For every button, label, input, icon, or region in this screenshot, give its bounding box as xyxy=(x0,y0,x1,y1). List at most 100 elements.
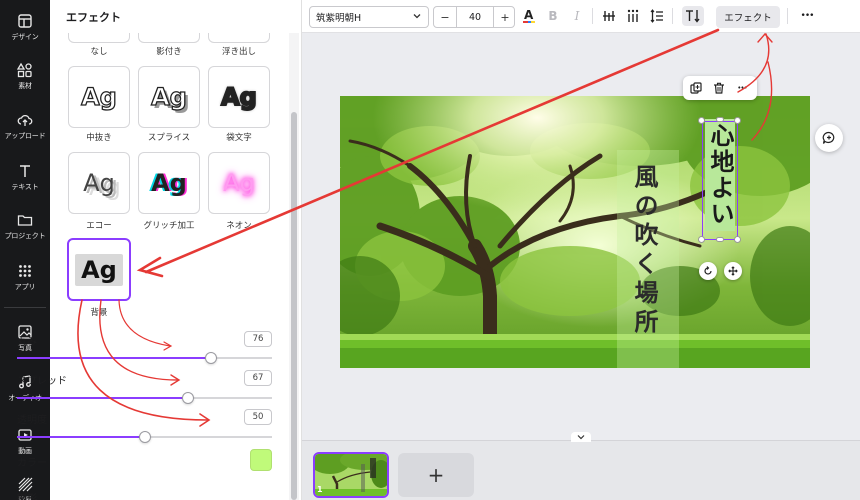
rail-item-elements[interactable]: 素材 xyxy=(0,58,50,104)
resize-handle[interactable] xyxy=(716,237,724,242)
page-number: 1 xyxy=(317,485,323,494)
effect-sample: Ag xyxy=(151,169,187,197)
resize-handle[interactable] xyxy=(734,117,741,124)
svg-text:A: A xyxy=(524,8,534,22)
rail-item-design[interactable]: デザイン xyxy=(0,9,50,55)
duplicate-button[interactable] xyxy=(688,80,704,96)
effects-button[interactable]: エフェクト xyxy=(716,6,780,28)
delete-button[interactable] xyxy=(711,80,727,96)
canvas-right-edge xyxy=(851,33,860,440)
more-options-button[interactable]: ••• xyxy=(734,80,750,96)
arrow-head xyxy=(757,32,773,43)
text-color-icon: A xyxy=(523,8,535,23)
add-comment-button[interactable] xyxy=(815,124,843,152)
apps-grid-icon xyxy=(19,265,31,277)
design-canvas[interactable] xyxy=(340,96,810,368)
rotate-button[interactable] xyxy=(699,262,717,280)
effect-tile-shadow[interactable] xyxy=(138,33,200,43)
effect-tile-neon[interactable]: Ag xyxy=(208,152,270,214)
vertical-list-icon xyxy=(627,9,639,22)
selection-box xyxy=(702,121,738,240)
chevron-down-icon xyxy=(413,14,421,19)
effect-label: エコー xyxy=(86,221,112,231)
effect-tile-glitch[interactable]: Ag xyxy=(138,152,200,214)
font-size-input[interactable]: 40 xyxy=(456,7,494,27)
slider-roundness[interactable] xyxy=(17,352,272,364)
spacing-button[interactable] xyxy=(648,7,666,25)
italic-button[interactable]: I xyxy=(568,7,586,25)
toolbar-divider xyxy=(592,8,593,24)
effect-tile-hollow[interactable]: Ag xyxy=(68,66,130,128)
increase-size-button[interactable]: + xyxy=(494,7,516,27)
shapes-icon xyxy=(17,62,32,78)
slider-value-roundness[interactable]: 76 xyxy=(244,331,272,347)
slider-knob[interactable] xyxy=(139,431,151,443)
effect-tile-none[interactable] xyxy=(68,33,130,43)
effect-tile-background[interactable]: Ag xyxy=(67,238,131,301)
collapse-pages-button[interactable] xyxy=(571,432,591,442)
effect-tile-outline[interactable]: Ag xyxy=(208,66,270,128)
slider-knob[interactable] xyxy=(182,392,194,404)
duplicate-icon xyxy=(690,82,702,94)
effect-label: 袋文字 xyxy=(226,133,252,143)
rail-item-projects[interactable]: プロジェクト xyxy=(0,208,50,254)
slider-fill xyxy=(17,436,145,438)
slider-value-spread[interactable]: 67 xyxy=(244,370,272,386)
color-swatch[interactable] xyxy=(250,449,272,471)
rail-label: アプリ xyxy=(14,283,36,291)
slider-fill xyxy=(17,397,188,399)
effect-tile-echo[interactable]: Ag xyxy=(68,152,130,214)
slider-knob[interactable] xyxy=(205,352,217,364)
rotate-icon xyxy=(704,266,712,275)
top-toolbar: 筑紫明朝H − 40 + A B I エフェクト ••• xyxy=(302,0,860,33)
effect-tile-lift[interactable] xyxy=(208,33,270,43)
color-label: カラー xyxy=(17,458,47,469)
font-select[interactable]: 筑紫明朝H xyxy=(309,6,429,28)
video-icon xyxy=(18,429,32,441)
resize-handle[interactable] xyxy=(734,236,741,243)
text-color-button[interactable]: A xyxy=(520,7,538,25)
rail-divider xyxy=(4,307,46,308)
rail-item-apps[interactable]: アプリ xyxy=(0,259,50,305)
rail-item-upload[interactable]: アップロード xyxy=(0,108,50,154)
spacing-icon xyxy=(650,9,663,23)
more-options-button[interactable]: ••• xyxy=(796,7,818,25)
folder-icon xyxy=(17,215,33,226)
add-page-button[interactable]: + xyxy=(398,453,474,497)
slider-fill xyxy=(17,357,211,359)
layout-icon xyxy=(18,14,32,28)
comment-add-icon xyxy=(822,131,835,144)
effect-sample: Ag xyxy=(75,253,123,286)
rail-label: 素材 xyxy=(18,82,32,90)
panel-title: エフェクト xyxy=(66,11,121,24)
effect-label: ネオン xyxy=(226,221,252,231)
effect-tile-splice[interactable]: Ag xyxy=(138,66,200,128)
effect-label: スプライス xyxy=(147,133,191,143)
slider-value-opacity[interactable]: 50 xyxy=(244,409,272,425)
slider-opacity[interactable] xyxy=(17,431,272,443)
list-button[interactable] xyxy=(624,7,642,25)
vertical-align-button[interactable] xyxy=(600,7,618,25)
move-button[interactable] xyxy=(724,262,742,280)
text-direction-button[interactable] xyxy=(682,6,704,26)
rail-item-text[interactable]: テキスト xyxy=(0,159,50,205)
page-thumbnail[interactable] xyxy=(313,452,389,498)
trash-icon xyxy=(714,82,724,94)
resize-handle[interactable] xyxy=(716,117,724,122)
effect-label: なし xyxy=(90,47,108,57)
subtitle-text[interactable]: 風の吹く場所 xyxy=(630,164,659,338)
slider-spread[interactable] xyxy=(17,392,272,404)
resize-handle[interactable] xyxy=(698,117,705,124)
font-name: 筑紫明朝H xyxy=(316,13,362,24)
vertical-text-icon xyxy=(603,11,615,21)
rail-label: デザイン xyxy=(11,33,39,41)
resize-handle[interactable] xyxy=(698,236,705,243)
effect-label: 中抜き xyxy=(86,133,112,143)
effect-sample: Ag xyxy=(150,82,187,111)
decrease-size-button[interactable]: − xyxy=(434,7,456,27)
rail-label: アップロード xyxy=(4,132,46,140)
toolbar-divider xyxy=(672,8,673,24)
panel-scrollbar-thumb[interactable] xyxy=(291,112,297,500)
bold-button[interactable]: B xyxy=(544,7,562,25)
slider-label-roundness: 丸み xyxy=(17,337,37,348)
